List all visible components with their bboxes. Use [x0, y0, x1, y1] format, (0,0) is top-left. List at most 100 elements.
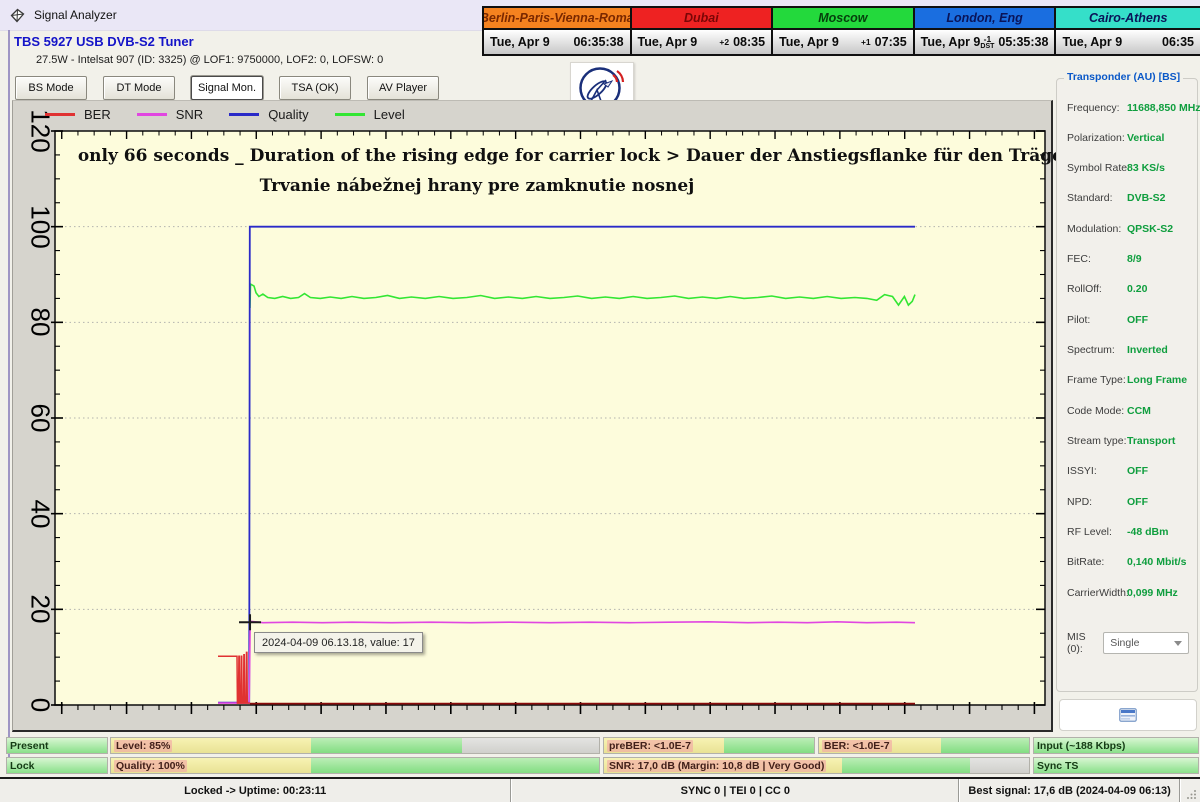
legend-item-snr: SNR: [137, 107, 203, 122]
clock-date: Tue, Apr 9: [779, 35, 839, 49]
device-subtitle: 27.5W - Intelsat 907 (ID: 3325) @ LOF1: …: [36, 54, 383, 66]
transponder-row: Stream type:Transport: [1067, 434, 1191, 447]
clock-city-name: Cairo-Athens: [1056, 8, 1200, 28]
clock-time-row: Tue, Apr 9 +1 07:35: [773, 30, 913, 54]
clock-time: 06:35:38: [573, 35, 623, 49]
transponder-row: RF Level:-48 dBm: [1067, 525, 1191, 538]
clock-time-row: Tue, Apr 9 -1DST 05:35:38: [915, 30, 1055, 54]
transponder-row: NPD:OFF: [1067, 495, 1191, 508]
clock-date: Tue, Apr 9: [638, 35, 698, 49]
mode-tabs: BS Mode DT Mode Signal Mon. TSA (OK) AV …: [15, 76, 439, 100]
snr-line-swatch: [137, 113, 167, 116]
sync-ts-indicator: Sync TS: [1033, 757, 1199, 774]
transponder-row: RollOff:0.20: [1067, 283, 1191, 296]
bar-fill-segment: [941, 738, 1029, 753]
legend-item-quality: Quality: [229, 107, 308, 122]
bar-fill-segment: [311, 758, 599, 773]
chart-annotation-line2: Trvanie nábežnej hrany pre zamknutie nos…: [260, 176, 695, 196]
transponder-row: ISSYI:OFF: [1067, 465, 1191, 478]
chart-tooltip: 2024-04-09 06.13.18, value: 17: [254, 632, 423, 653]
y-axis-label: 60: [25, 404, 56, 433]
window-title: Signal Analyzer: [34, 8, 117, 22]
status-best-signal: Best signal: 17,6 dB (2024-04-09 06:13): [960, 779, 1179, 802]
transponder-row: Code Mode:CCM: [1067, 404, 1191, 417]
bar-fill-segment: [311, 738, 462, 753]
clock-date: Tue, Apr 9: [490, 35, 550, 49]
clock-time: 06:35: [1162, 35, 1194, 49]
clock-time: 05:35:38: [998, 35, 1048, 49]
quality-bar: Quality: 100%: [110, 757, 600, 774]
transponder-row: Frame Type:Long Frame: [1067, 374, 1191, 387]
chart-annotation-line1: only 66 seconds _ Duration of the rising…: [78, 146, 1142, 166]
lock-indicator: Lock: [6, 757, 108, 774]
clock-city-name: Dubai: [632, 8, 772, 28]
transponder-row: BitRate:0,140 Mbit/s: [1067, 556, 1191, 569]
transponder-row: CarrierWidth:0,099 MHz: [1067, 586, 1191, 599]
signal-status-bars: Present Level: 85% preBER: <1.0E-7 BER: …: [0, 733, 1200, 777]
transponder-row: Symbol Rate:83 KS/s: [1067, 162, 1191, 175]
transponder-row: Polarization:Vertical: [1067, 131, 1191, 144]
clock-time: 07:35: [875, 35, 907, 49]
status-line: Locked -> Uptime: 00:23:11 SYNC 0 | TEI …: [0, 777, 1200, 802]
present-indicator: Present: [6, 737, 108, 754]
mis-row: MIS (0): Single: [1067, 631, 1189, 655]
transponder-row: Modulation:QPSK-S2: [1067, 222, 1191, 235]
ber-line-swatch: [45, 113, 75, 116]
world-clocks: Berlin-Paris-Vienna-Roma Dubai Moscow Lo…: [482, 6, 1200, 56]
clock-date: Tue, Apr 9: [921, 35, 981, 49]
bar-fill-segment: [724, 738, 814, 753]
clock-offset: -1: [984, 35, 992, 43]
clock-offset: +2: [719, 38, 729, 46]
tab-dt-mode[interactable]: DT Mode: [103, 76, 175, 100]
legend-item-ber: BER: [45, 107, 111, 122]
bar-fill-segment: [462, 738, 599, 753]
transponder-panel: Transponder (AU) [BS] Frequency:11688,85…: [1056, 78, 1198, 692]
level-line-swatch: [335, 113, 365, 116]
y-axis-label: 0: [25, 698, 56, 712]
clock-city-name: Berlin-Paris-Vienna-Roma: [484, 8, 630, 28]
chart-legend: BER SNR Quality Level: [45, 107, 405, 122]
open-window-button[interactable]: [1059, 699, 1197, 731]
transponder-row: FEC:8/9: [1067, 253, 1191, 266]
y-axis-label: 80: [25, 308, 56, 337]
app-icon: [9, 7, 26, 24]
transponder-row: Standard:DVB-S2: [1067, 192, 1191, 205]
clock-city-name: London, Eng: [915, 8, 1055, 28]
resize-grip[interactable]: [1181, 779, 1200, 802]
snr-bar: SNR: 17,0 dB (Margin: 10,8 dB | Very Goo…: [603, 757, 1030, 774]
tab-tsa[interactable]: TSA (OK): [279, 76, 351, 100]
y-axis-label: 20: [25, 595, 56, 624]
quality-line-swatch: [229, 113, 259, 116]
clock-time-row: Tue, Apr 9 +2 08:35: [632, 30, 772, 54]
ber-bar: BER: <1.0E-7: [818, 737, 1030, 754]
clock-time: 08:35: [733, 35, 765, 49]
device-title: TBS 5927 USB DVB-S2 Tuner: [14, 34, 194, 49]
mis-select[interactable]: Single: [1103, 632, 1189, 654]
transponder-row: Spectrum:Inverted: [1067, 344, 1191, 357]
clock-city-name: Moscow: [773, 8, 913, 28]
level-bar: Level: 85%: [110, 737, 600, 754]
y-axis-label: 40: [25, 499, 56, 528]
tab-bs-mode[interactable]: BS Mode: [15, 76, 87, 100]
tab-av-player[interactable]: AV Player: [367, 76, 439, 100]
status-uptime: Locked -> Uptime: 00:23:11: [0, 779, 510, 802]
clock-time-row: Tue, Apr 9 06:35: [1056, 30, 1200, 54]
bar-fill-segment: [970, 758, 1030, 773]
clock-time-row: Tue, Apr 9 06:35:38: [484, 30, 630, 54]
chevron-down-icon: [1174, 641, 1182, 646]
window-left-border: [8, 30, 10, 772]
transponder-panel-title: Transponder (AU) [BS]: [1064, 71, 1183, 83]
transponder-row: Frequency:11688,850 MHz: [1067, 101, 1191, 114]
window-icon: [1119, 708, 1137, 722]
input-indicator: Input (~188 Kbps): [1033, 737, 1199, 754]
legend-item-level: Level: [335, 107, 405, 122]
y-axis-label: 100: [25, 205, 56, 248]
status-sync-counters: SYNC 0 | TEI 0 | CC 0: [512, 779, 958, 802]
tab-signal-mon[interactable]: Signal Mon.: [191, 76, 263, 100]
preber-bar: preBER: <1.0E-7: [603, 737, 815, 754]
bar-fill-segment: [842, 758, 970, 773]
clock-offset: +1: [861, 38, 871, 46]
mis-label: MIS (0):: [1067, 631, 1103, 655]
transponder-row: Pilot:OFF: [1067, 313, 1191, 326]
clock-date: Tue, Apr 9: [1062, 35, 1122, 49]
